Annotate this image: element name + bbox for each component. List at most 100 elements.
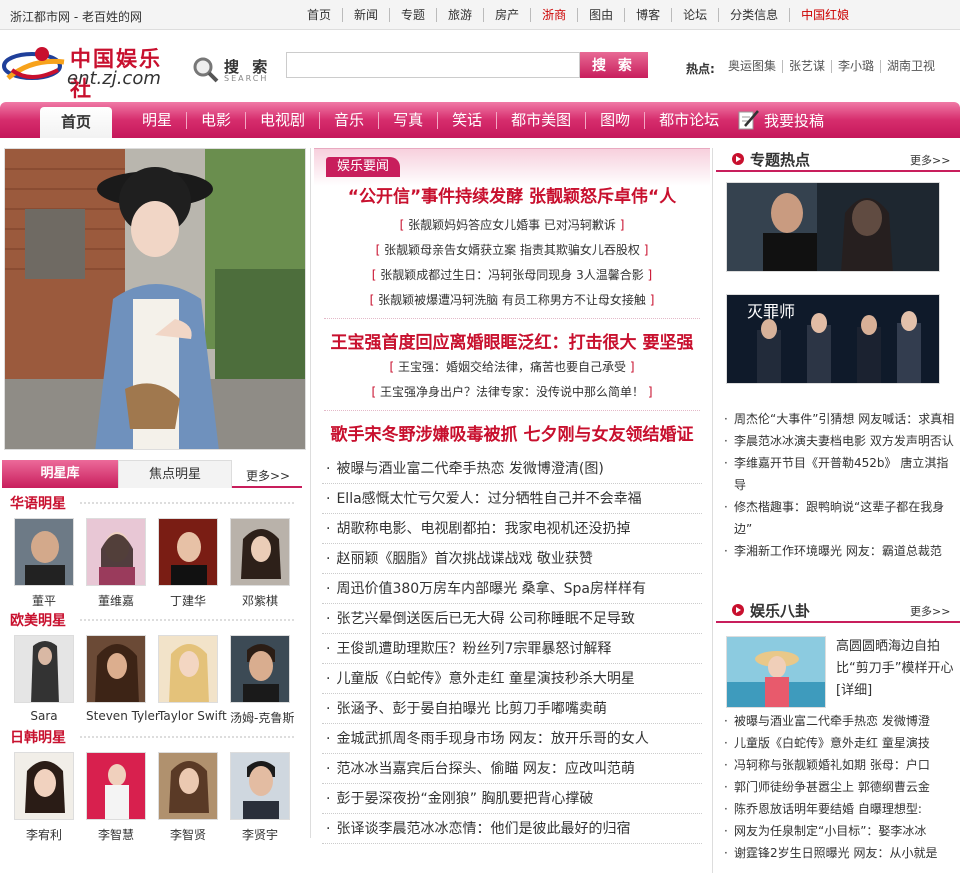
list-item[interactable]: 李湘新工作环境曝光 网友：霸道总裁范	[722, 540, 960, 562]
gossip-more-link[interactable]: 更多>>	[910, 603, 950, 619]
list-item[interactable]: · 张艺兴晕倒送医后已无大碍 公司称睡眠不足导致	[322, 604, 702, 634]
category-title-western[interactable]: 欧美明星	[10, 610, 66, 630]
star-card[interactable]: 邓紫棋	[230, 518, 290, 609]
play-bullet-icon	[732, 153, 744, 165]
tab-star-library[interactable]: 明星库	[2, 460, 118, 488]
list-item[interactable]: · 儿童版《白蛇传》意外走红 童星演技秒杀大明星	[322, 664, 702, 694]
star-card[interactable]: 丁建华	[158, 518, 218, 609]
site-tagline[interactable]: 浙江都市网 - 老百姓的网	[10, 8, 142, 25]
hot-link[interactable]: 湖南卫视	[880, 60, 941, 73]
site-logo[interactable]: 中国娱乐社 ent.zj.com	[2, 40, 182, 101]
search-button[interactable]: 搜 索	[580, 52, 648, 78]
top-link-house[interactable]: 房产	[483, 8, 530, 22]
top-link-news[interactable]: 新闻	[342, 8, 389, 22]
featured-photo-image	[5, 149, 305, 449]
headline-3[interactable]: 歌手宋冬野涉嫌吸毒被抓 七夕刚与女友领结婚证	[314, 420, 710, 445]
submit-article-link[interactable]: 我要投稿	[736, 108, 824, 132]
tab-focus-stars[interactable]: 焦点明星	[118, 460, 232, 488]
star-name: 董平	[31, 594, 56, 608]
hot-link[interactable]: 李小璐	[831, 60, 880, 73]
headline-2[interactable]: 王宝强首度回应离婚眼眶泛红：打击很大 要坚强	[314, 328, 710, 353]
nav-item-photos[interactable]: 写真	[378, 112, 437, 129]
list-item[interactable]: · 周迅价值380万房车内部曝光 桑拿、Spa房样样有	[322, 574, 702, 604]
search-input[interactable]	[286, 52, 580, 78]
topic-image-2[interactable]: 灭罪师	[726, 294, 940, 384]
sub-headline[interactable]: [ 王宝强净身出户？法律专家：没传说中那么简单！ ]	[314, 383, 710, 400]
top-link-home[interactable]: 首页	[296, 8, 342, 22]
submit-article-label: 我要投稿	[764, 111, 825, 130]
top-link-forum[interactable]: 论坛	[671, 8, 718, 22]
hot-link[interactable]: 张艺谋	[782, 60, 831, 73]
list-item[interactable]: 周杰伦“大事件”引猜想 网友喊话：求真相	[722, 408, 960, 430]
top-link-business[interactable]: 浙商	[530, 8, 577, 22]
topic-more-link[interactable]: 更多>>	[910, 152, 950, 168]
sub-headline[interactable]: [ 张靓颖成都过生日：冯轲张母同现身 3人温馨合影 ]	[314, 266, 710, 283]
top-link-topics[interactable]: 专题	[389, 8, 436, 22]
list-item[interactable]: · Ella感慨太忙亏欠爱人：过分牺牲自己并不会幸福	[322, 484, 702, 514]
list-item[interactable]: 谢霆锋2岁生日照曝光 网友：从小就是	[722, 842, 960, 864]
star-card[interactable]: 李贤宇	[230, 752, 290, 843]
list-item[interactable]: · 被曝与酒业富二代牵手热恋 发微博澄清(图)	[322, 454, 702, 484]
list-item[interactable]: · 彭于晏深夜扮“金刚狼” 胸肌要把背心撑破	[322, 784, 702, 814]
star-name: Taylor Swift	[158, 709, 227, 723]
gossip-photo[interactable]	[726, 636, 826, 708]
star-card[interactable]: 李宥利	[14, 752, 74, 843]
nav-item-forum[interactable]: 都市论坛	[644, 112, 733, 129]
star-card[interactable]: Sara	[14, 635, 74, 723]
list-item[interactable]: · 范冰冰当嘉宾后台探头、偷瞄 网友：应改叫范萌	[322, 754, 702, 784]
nav-links: 明星 电影 电视剧 音乐 写真 笑话 都市美图 图吻 都市论坛	[128, 112, 733, 129]
hot-link[interactable]: 奥运图集	[728, 60, 782, 73]
nav-home-tab[interactable]: 首页	[40, 107, 112, 138]
sub-headline[interactable]: [ 张靓颖妈妈答应女儿婚事 已对冯轲歉诉 ]	[314, 216, 710, 233]
list-item[interactable]: 郭门师徒纷争甚嚣尘上 郭德纲曹云金	[722, 776, 960, 798]
nav-item-gallery[interactable]: 图吻	[585, 112, 644, 129]
star-card[interactable]: Steven Tyler	[86, 635, 160, 723]
star-card[interactable]: 董维嘉	[86, 518, 146, 609]
star-card[interactable]: 董平	[14, 518, 74, 609]
sub-headline[interactable]: [ 张靓颖被爆遭冯轲洗脑 有员工称男方不让母女接触 ]	[314, 291, 710, 308]
star-name: 李智贤	[169, 828, 206, 842]
star-directory: 明星库 焦点明星 更多>>	[2, 460, 302, 488]
sub-headline[interactable]: [ 王宝强：婚姻交给法律，痛苦也要自己承受 ]	[314, 358, 710, 375]
list-item[interactable]: · 金城武抓周冬雨手现身市场 网友：放开乐哥的女人	[322, 724, 702, 754]
sub-headline[interactable]: [ 张靓颖母亲告女婿获立案 指责其欺骗女儿吞股权 ]	[314, 241, 710, 258]
list-item[interactable]: 被曝与酒业富二代牵手热恋 发微博澄	[722, 710, 960, 732]
category-title-chinese[interactable]: 华语明星	[10, 493, 66, 513]
list-item[interactable]: 冯轲称与张靓颖婚礼如期 张母：户口	[722, 754, 960, 776]
nav-item-jokes[interactable]: 笑话	[437, 112, 496, 129]
nav-item-movies[interactable]: 电影	[186, 112, 245, 129]
top-link-matchmaker[interactable]: 中国红娘	[789, 8, 860, 22]
list-item[interactable]: 李维嘉开节目《开普勒452b》 唐立淇指导	[722, 452, 960, 496]
list-item[interactable]: 陈乔恩放话明年要结婚 自曝理想型:	[722, 798, 960, 820]
topic-image-1[interactable]	[726, 182, 940, 272]
star-name: 李宥利	[25, 828, 62, 842]
category-title-jpkr[interactable]: 日韩明星	[10, 727, 66, 747]
star-card[interactable]: 李智贤	[158, 752, 218, 843]
list-item[interactable]: · 赵丽颖《胭脂》首次挑战谍战戏 敬业获赞	[322, 544, 702, 574]
nav-item-music[interactable]: 音乐	[319, 112, 378, 129]
list-item[interactable]: · 张译谈李晨范冰冰恋情：他们是彼此最好的归宿	[322, 814, 702, 844]
top-link-travel[interactable]: 旅游	[436, 8, 483, 22]
gossip-caption[interactable]: 高圆圆晒海边自拍 比“剪刀手”模样开心[详细]	[836, 636, 954, 702]
list-item[interactable]: 李晨范冰冰演夫妻档电影 双方发声明否认	[722, 430, 960, 452]
nav-item-stars[interactable]: 明星	[128, 112, 186, 129]
hot-links: 奥运图集 张艺谋 李小璐 湖南卫视	[728, 60, 941, 73]
nav-item-tv[interactable]: 电视剧	[245, 112, 319, 129]
top-link-pics[interactable]: 图由	[577, 8, 624, 22]
list-item[interactable]: · 王俊凯遭助理欺压？粉丝列7宗罪暴怒讨解释	[322, 634, 702, 664]
top-link-classified[interactable]: 分类信息	[718, 8, 789, 22]
list-item[interactable]: 网友为任泉制定“小目标”：娶李冰冰	[722, 820, 960, 842]
list-item[interactable]: 儿童版《白蛇传》意外走红 童星演技	[722, 732, 960, 754]
star-card[interactable]: 汤姆-克鲁斯	[230, 635, 294, 726]
headline-1[interactable]: “公开信”事件持续发酵 张靓颖怒斥卓伟“人	[314, 182, 710, 207]
star-card[interactable]: 李智慧	[86, 752, 146, 843]
star-more-link[interactable]: 更多>>	[246, 467, 290, 484]
logo-emblem-icon	[2, 47, 65, 80]
list-item[interactable]: · 张涵予、彭于晏自拍曝光 比剪刀手嘟嘴卖萌	[322, 694, 702, 724]
top-link-blog[interactable]: 博客	[624, 8, 671, 22]
featured-photo[interactable]	[4, 148, 306, 450]
list-item[interactable]: · 胡歌称电影、电视剧都拍：我家电视机还没扔掉	[322, 514, 702, 544]
star-card[interactable]: Taylor Swift	[158, 635, 227, 723]
list-item[interactable]: 修杰楷趣事：跟鸭晌说“这辈子都在我身边”	[722, 496, 960, 540]
nav-item-city-beauty[interactable]: 都市美图	[496, 112, 585, 129]
